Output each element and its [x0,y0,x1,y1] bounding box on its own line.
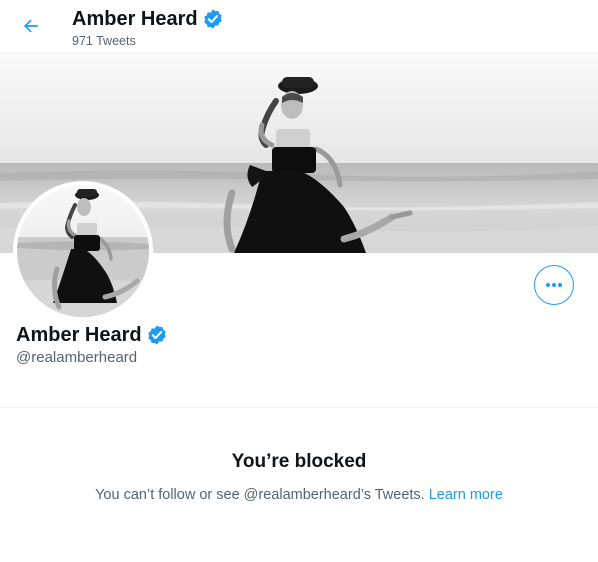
profile-header: Amber Heard 971 Tweets [0,0,598,53]
blocked-message-text: You can’t follow or see @realamberheard’… [95,487,425,503]
header-title: Amber Heard [72,7,224,31]
blocked-title: You’re blocked [231,451,367,472]
learn-more-link[interactable]: Learn more [429,487,503,503]
back-button[interactable] [14,9,48,43]
profile-handle: @realamberheard [16,349,138,366]
header-name: Amber Heard [72,8,198,30]
profile-name-row: Amber Heard [16,322,168,348]
profile-name: Amber Heard [16,324,142,346]
profile-avatar[interactable] [13,181,153,321]
more-options-button[interactable] [534,265,574,305]
tweet-count: 971 Tweets [72,34,136,48]
verified-badge-icon [146,324,168,346]
avatar-image [17,185,149,317]
section-divider [0,407,598,408]
arrow-left-icon [23,19,38,33]
blocked-message: You can’t follow or see @realamberheard’… [0,486,598,504]
verified-badge-icon [202,8,224,30]
more-dots-icon [546,283,562,287]
